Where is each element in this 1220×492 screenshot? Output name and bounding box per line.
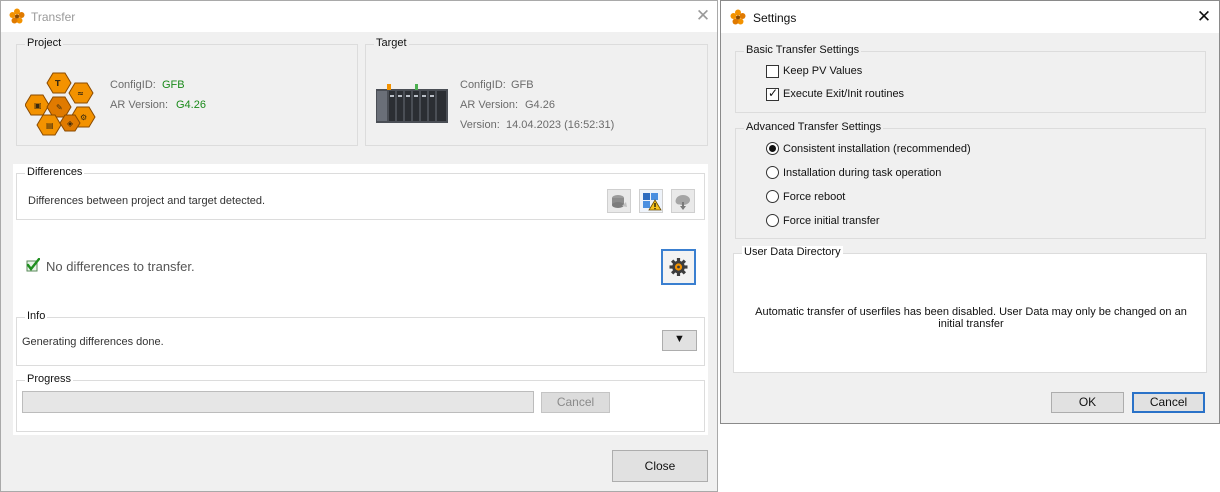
differences-message: Differences between project and target d… <box>28 195 266 207</box>
user-data-group: User Data Directory Automatic transfer o… <box>733 246 1207 373</box>
target-arversion-value: G4.26 <box>525 99 555 111</box>
execute-exit-init-checkbox[interactable]: ✓ <box>766 86 779 101</box>
keep-pv-values-label[interactable]: Keep PV Values <box>783 65 862 77</box>
consistent-installation-radio[interactable] <box>766 142 779 155</box>
differences-group-label: Differences <box>25 166 85 178</box>
settings-cancel-button[interactable]: Cancel <box>1132 392 1205 413</box>
settings-titlebar[interactable]: Settings ✕ <box>721 1 1219 33</box>
info-group-label: Info <box>25 310 48 322</box>
info-expand-button[interactable]: ▼ <box>662 330 697 351</box>
basic-settings-group: Basic Transfer Settings <box>735 44 1206 113</box>
force-initial-transfer-label[interactable]: Force initial transfer <box>783 215 880 227</box>
compare-disabled-button[interactable] <box>607 189 631 213</box>
force-reboot-label[interactable]: Force reboot <box>783 191 845 203</box>
transfer-status-text: No differences to transfer. <box>46 259 195 274</box>
target-version-label: Version: <box>460 119 500 131</box>
project-logo-icon: T ≈ ▣ ✎ ⚙ ▤ ◈ <box>25 72 96 136</box>
info-message: Generating differences done. <box>22 336 164 348</box>
user-data-group-label: User Data Directory <box>742 246 843 258</box>
force-reboot-radio[interactable] <box>766 190 779 203</box>
plc-hardware-icon <box>376 84 448 123</box>
progress-group-label: Progress <box>25 373 74 385</box>
installation-during-task-radio[interactable] <box>766 166 779 179</box>
target-arversion-label: AR Version: <box>460 99 519 111</box>
user-data-message-line1: Automatic transfer of userfiles has been… <box>755 306 1187 318</box>
transfer-progress-bar <box>22 391 534 413</box>
svg-text:≈: ≈ <box>77 89 84 98</box>
download-disabled-button[interactable] <box>671 189 695 213</box>
svg-text:✎: ✎ <box>56 103 63 112</box>
target-version-value: 14.04.2023 (16:52:31) <box>506 119 615 131</box>
svg-text:T: T <box>55 79 61 88</box>
ok-button[interactable]: OK <box>1051 392 1124 413</box>
brand-logo-icon <box>9 8 25 24</box>
execute-exit-init-label[interactable]: Execute Exit/Init routines <box>783 88 904 100</box>
transfer-title: Transfer <box>31 10 76 24</box>
project-configid-value: GFB <box>162 79 185 91</box>
svg-text:◈: ◈ <box>67 119 74 128</box>
transfer-close-icon[interactable]: ✕ <box>693 6 713 26</box>
green-check-icon <box>26 258 40 272</box>
project-arversion-value: G4.26 <box>176 99 206 111</box>
cloud-download-icon <box>675 195 690 210</box>
target-group-label: Target <box>374 37 409 49</box>
consistent-installation-label[interactable]: Consistent installation (recommended) <box>783 143 971 155</box>
database-compare-icon <box>612 195 627 208</box>
installation-during-task-label[interactable]: Installation during task operation <box>783 167 941 179</box>
advanced-settings-group-label: Advanced Transfer Settings <box>744 121 884 133</box>
progress-cancel-button[interactable]: Cancel <box>541 392 610 413</box>
basic-settings-group-label: Basic Transfer Settings <box>744 44 862 56</box>
radio-selected-dot <box>769 145 776 152</box>
svg-text:▣: ▣ <box>34 101 42 110</box>
checkmark-icon: ✓ <box>768 86 779 100</box>
chevron-down-icon: ▼ <box>674 333 685 345</box>
project-configid-label: ConfigID: <box>110 79 156 91</box>
settings-gear-button[interactable] <box>661 249 696 285</box>
target-configid-value: GFB <box>511 79 534 91</box>
project-group-label: Project <box>25 37 64 49</box>
svg-text:⚙: ⚙ <box>80 113 87 122</box>
transfer-titlebar[interactable]: Transfer ✕ <box>1 1 717 32</box>
settings-title: Settings <box>753 11 797 25</box>
close-button[interactable]: Close <box>612 450 708 482</box>
user-data-message-line2: initial transfer <box>938 318 1004 330</box>
user-data-message: Automatic transfer of userfiles has been… <box>754 306 1188 330</box>
gear-icon <box>669 258 688 276</box>
project-arversion-label: AR Version: <box>110 99 169 111</box>
keep-pv-values-checkbox[interactable] <box>766 65 779 78</box>
transfer-window: Transfer ✕ Project T ≈ ▣ ✎ ⚙ ▤ ◈ ConfigID: GF… <box>0 0 718 492</box>
show-warnings-button[interactable] <box>639 189 663 213</box>
target-configid-label: ConfigID: <box>460 79 506 91</box>
svg-text:▤: ▤ <box>46 121 54 130</box>
brand-logo-icon <box>730 9 746 25</box>
module-warning-icon <box>643 193 662 211</box>
force-initial-transfer-radio[interactable] <box>766 214 779 227</box>
settings-close-icon[interactable]: ✕ <box>1194 7 1214 27</box>
